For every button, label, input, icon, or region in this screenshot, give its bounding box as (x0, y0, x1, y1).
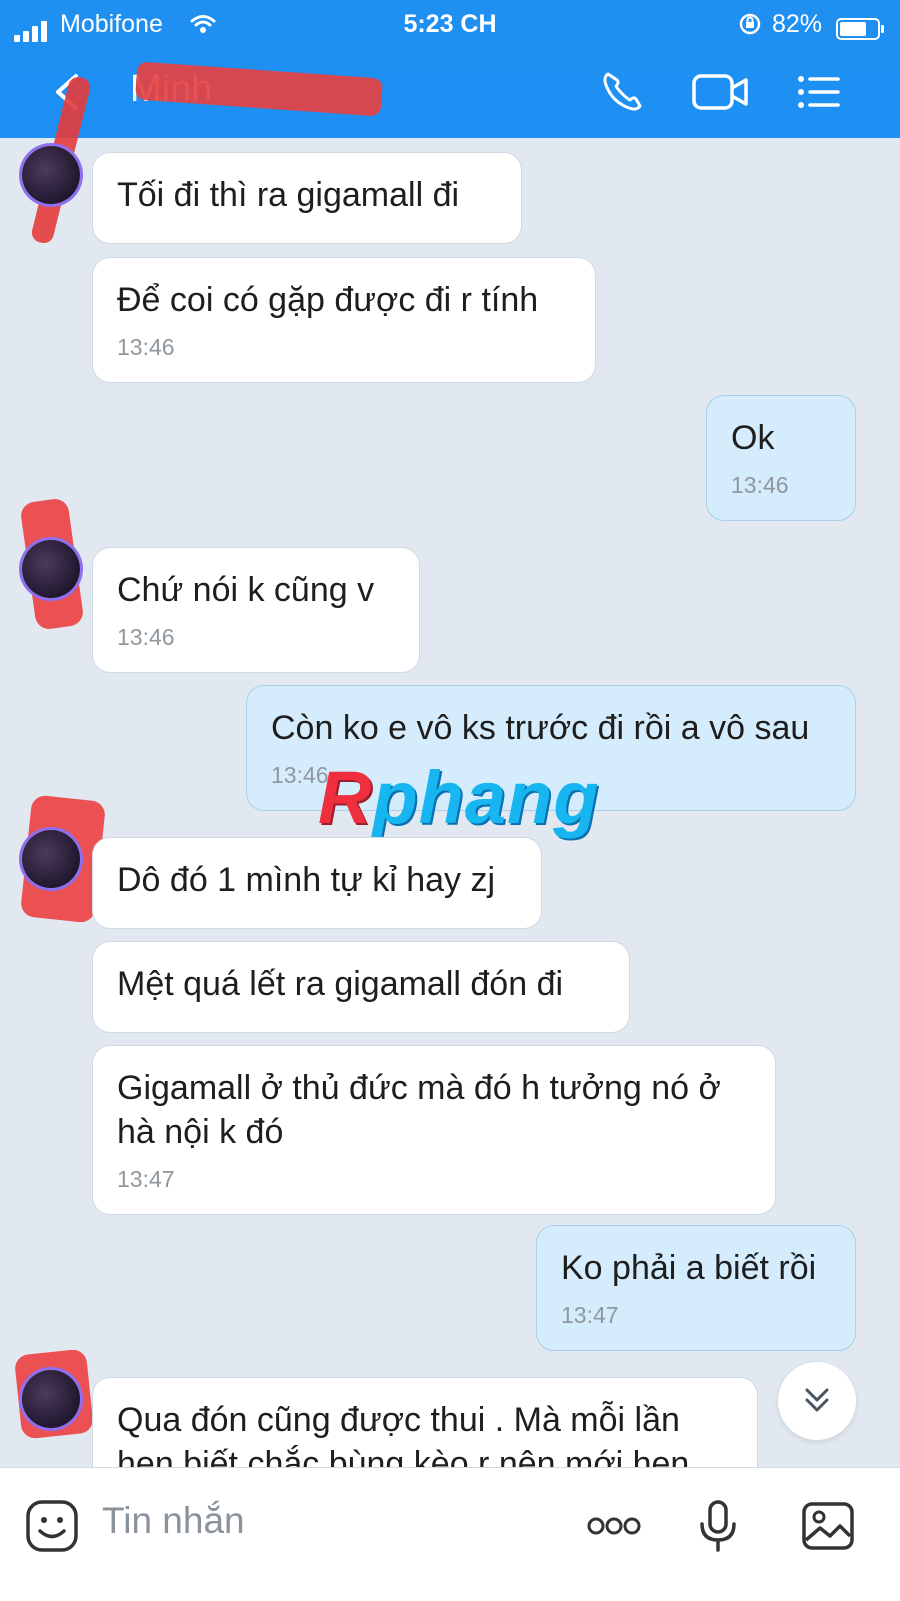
message-text: Mệt quá lết ra gigamall đón đi (117, 965, 564, 1003)
message-text: Ok (731, 419, 775, 457)
message-time: 13:47 (561, 1302, 619, 1328)
message-time: 13:47 (117, 1166, 175, 1192)
avatar[interactable] (22, 830, 80, 888)
microphone-icon[interactable] (690, 1498, 746, 1554)
message-bubble-incoming[interactable]: Gigamall ở thủ đức mà đó h tưởng nó ở hà… (92, 1045, 776, 1215)
message-bubble-incoming[interactable]: Tối đi thì ra gigamall đi (92, 152, 522, 244)
message-bubble-outgoing[interactable]: Ok 13:46 (706, 395, 856, 521)
avatar[interactable] (22, 1370, 80, 1428)
message-text: Dô đó 1 mình tự kỉ hay zj (117, 861, 496, 899)
phone-icon[interactable] (596, 66, 648, 118)
message-text: Chứ nói k cũng v (117, 571, 375, 609)
status-bar: Mobifone 5:23 CH 82% (0, 8, 900, 42)
more-dots-icon[interactable] (584, 1498, 644, 1554)
message-bubble-incoming[interactable]: Mệt quá lết ra gigamall đón đi (92, 941, 630, 1033)
battery-percent: 82% (772, 10, 823, 38)
message-time: 13:46 (117, 334, 175, 360)
scroll-to-bottom-button[interactable] (778, 1362, 856, 1440)
menu-list-icon[interactable] (792, 66, 844, 118)
message-text: Để coi có gặp được đi r tính (117, 281, 539, 319)
message-bubble-incoming[interactable]: Chứ nói k cũng v 13:46 (92, 547, 420, 673)
message-bubble-incoming[interactable]: Để coi có gặp được đi r tính 13:46 (92, 257, 596, 383)
chat-header: Mobifone 5:23 CH 82% Minh (0, 0, 900, 246)
avatar[interactable] (22, 146, 80, 204)
message-time: 13:46 (117, 624, 175, 650)
message-time: 13:46 (731, 472, 789, 498)
message-bubble-outgoing[interactable]: Ko phải a biết rồi 13:47 (536, 1225, 856, 1351)
avatar[interactable] (22, 540, 80, 598)
message-text: Tối đi thì ra gigamall đi (117, 176, 460, 214)
battery-icon (836, 18, 884, 40)
orientation-lock-icon (739, 13, 761, 35)
chevron-double-down-icon (805, 1388, 829, 1412)
message-composer: Tin nhắn (0, 1467, 900, 1601)
message-text: Gigamall ở thủ đức mà đó h tưởng nó ở hà… (117, 1069, 721, 1151)
video-camera-icon[interactable] (690, 66, 750, 118)
sticker-icon[interactable] (24, 1498, 80, 1554)
watermark-logo: Rphang (318, 756, 600, 839)
message-input[interactable]: Tin nhắn (102, 1500, 245, 1542)
message-text: Ko phải a biết rồi (561, 1249, 817, 1287)
message-text: Còn ko e vô ks trước đi rồi a vô sau (271, 709, 810, 747)
status-time: 5:23 CH (403, 10, 497, 38)
message-bubble-incoming[interactable]: Dô đó 1 mình tự kỉ hay zj (92, 837, 542, 929)
image-icon[interactable] (800, 1498, 856, 1554)
message-list[interactable]: Tối đi thì ra gigamall đi Để coi có gặp … (0, 138, 900, 1517)
